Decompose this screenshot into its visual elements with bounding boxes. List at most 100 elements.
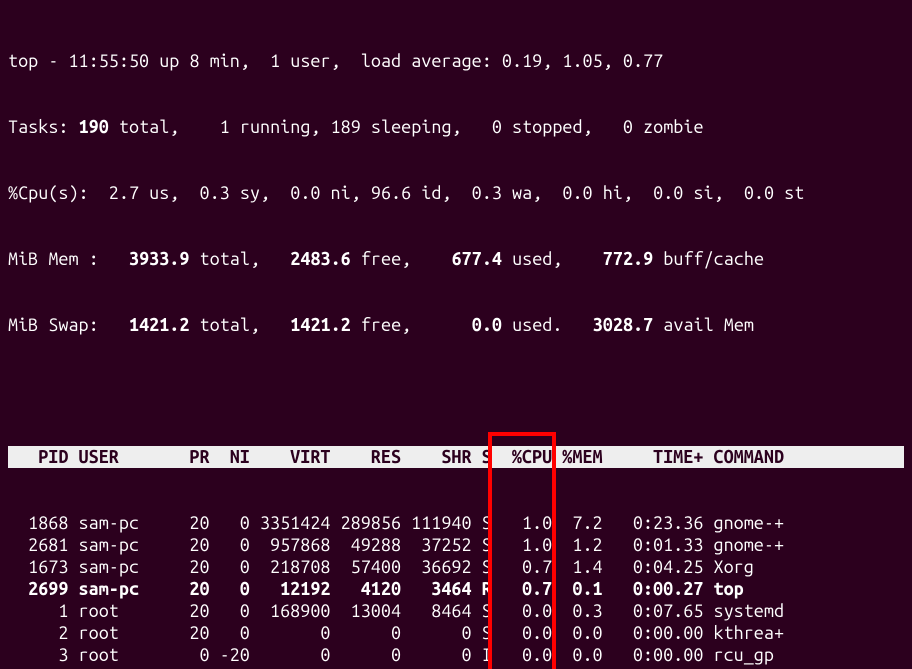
- cell-ni: -20: [210, 644, 250, 666]
- cell-cpu: 0.0: [492, 600, 552, 622]
- cell-user: sam-pc: [68, 578, 159, 600]
- cell-ni: 0: [210, 534, 250, 556]
- cell-mem: 0.3: [552, 600, 602, 622]
- summary-line-swap: MiB Swap: 1421.2 total, 1421.2 free, 0.0…: [8, 314, 904, 336]
- cell-virt: 168900: [250, 600, 331, 622]
- cell-mem: 0.0: [552, 644, 602, 666]
- cell-pr: 20: [159, 578, 209, 600]
- cell-mem: 1.2: [552, 534, 602, 556]
- cell-cmd: gnome-+: [703, 534, 804, 556]
- cell-pr: 20: [159, 534, 209, 556]
- col-user[interactable]: USER: [68, 446, 159, 468]
- cell-virt: 0: [250, 644, 331, 666]
- column-header-row[interactable]: PIDUSERPRNIVIRTRESSHRS%CPU%MEMTIME+COMMA…: [8, 446, 904, 468]
- cell-cmd: top: [703, 578, 804, 600]
- cell-pid: 1: [8, 600, 68, 622]
- cell-mem: 1.4: [552, 556, 602, 578]
- cell-res: 0: [331, 644, 402, 666]
- cell-virt: 12192: [250, 578, 331, 600]
- cell-pid: 1868: [8, 512, 68, 534]
- swap-label: MiB Swap:: [8, 315, 99, 335]
- col-mem[interactable]: %MEM: [552, 446, 602, 468]
- cell-cmd: rcu_gp: [703, 644, 804, 666]
- col-cpu[interactable]: %CPU: [492, 446, 552, 468]
- cell-cpu: 1.0: [492, 512, 552, 534]
- cell-user: root: [68, 600, 159, 622]
- cell-time: 0:01.33: [603, 534, 704, 556]
- col-res[interactable]: RES: [331, 446, 402, 468]
- col-shr[interactable]: SHR: [401, 446, 472, 468]
- col-pr[interactable]: PR: [159, 446, 209, 468]
- cell-mem: 7.2: [552, 512, 602, 534]
- cell-user: sam-pc: [68, 512, 159, 534]
- process-row: 1root200168900130048464S0.00.30:07.65sys…: [8, 600, 904, 622]
- cpu-label: %Cpu(s):: [8, 183, 89, 203]
- cell-shr: 111940: [401, 512, 472, 534]
- process-row: 3root0-20000I0.00.00:00.00rcu_gp: [8, 644, 904, 666]
- cell-s: S: [472, 622, 492, 644]
- col-s[interactable]: S: [472, 446, 492, 468]
- process-row: 2root200000S0.00.00:00.00kthrea+: [8, 622, 904, 644]
- cell-pid: 2699: [8, 578, 68, 600]
- col-time[interactable]: TIME+: [603, 446, 704, 468]
- cell-time: 0:04.25: [603, 556, 704, 578]
- cell-time: 0:00.27: [603, 578, 704, 600]
- cell-ni: 0: [210, 600, 250, 622]
- tasks-total: 190: [79, 117, 109, 137]
- summary-line-uptime: top - 11:55:50 up 8 min, 1 user, load av…: [8, 50, 904, 72]
- process-row: 2681sam-pc2009578684928837252S1.01.20:01…: [8, 534, 904, 556]
- cell-mem: 0.1: [552, 578, 602, 600]
- cell-pid: 3: [8, 644, 68, 666]
- summary-line-mem: MiB Mem : 3933.9 total, 2483.6 free, 677…: [8, 248, 904, 270]
- cell-s: S: [472, 556, 492, 578]
- cell-pid: 1673: [8, 556, 68, 578]
- cell-cpu: 0.7: [492, 556, 552, 578]
- cell-shr: 8464: [401, 600, 472, 622]
- cell-pr: 20: [159, 600, 209, 622]
- cell-pr: 20: [159, 512, 209, 534]
- blank-line: [8, 380, 904, 402]
- cell-virt: 218708: [250, 556, 331, 578]
- cell-cpu: 0.7: [492, 578, 552, 600]
- cell-cpu: 0.0: [492, 622, 552, 644]
- process-row: 1868sam-pc2003351424289856111940S1.07.20…: [8, 512, 904, 534]
- col-virt[interactable]: VIRT: [250, 446, 331, 468]
- cell-shr: 0: [401, 644, 472, 666]
- cell-shr: 0: [401, 622, 472, 644]
- cell-pid: 2: [8, 622, 68, 644]
- cell-s: S: [472, 600, 492, 622]
- col-ni[interactable]: NI: [210, 446, 250, 468]
- cell-time: 0:00.00: [603, 644, 704, 666]
- process-row: 1673sam-pc2002187085740036692S0.71.40:04…: [8, 556, 904, 578]
- cell-virt: 0: [250, 622, 331, 644]
- col-pid[interactable]: PID: [8, 446, 68, 468]
- terminal[interactable]: top - 11:55:50 up 8 min, 1 user, load av…: [0, 0, 912, 669]
- cell-shr: 37252: [401, 534, 472, 556]
- cell-pr: 0: [159, 644, 209, 666]
- cell-time: 0:07.65: [603, 600, 704, 622]
- process-list: 1868sam-pc2003351424289856111940S1.07.20…: [8, 512, 904, 669]
- cell-mem: 0.0: [552, 622, 602, 644]
- cell-cmd: Xorg: [703, 556, 804, 578]
- cell-user: sam-pc: [68, 556, 159, 578]
- cell-user: sam-pc: [68, 534, 159, 556]
- cell-ni: 0: [210, 512, 250, 534]
- cell-pid: 2681: [8, 534, 68, 556]
- cell-res: 289856: [331, 512, 402, 534]
- mem-label: MiB Mem :: [8, 249, 99, 269]
- cell-res: 13004: [331, 600, 402, 622]
- cell-time: 0:00.00: [603, 622, 704, 644]
- cell-res: 57400: [331, 556, 402, 578]
- process-row: 2699sam-pc2001219241203464R0.70.10:00.27…: [8, 578, 904, 600]
- cell-cpu: 1.0: [492, 534, 552, 556]
- cell-user: root: [68, 622, 159, 644]
- cell-s: S: [472, 534, 492, 556]
- summary-line-cpu: %Cpu(s): 2.7 us, 0.3 sy, 0.0 ni, 96.6 id…: [8, 182, 904, 204]
- cell-shr: 36692: [401, 556, 472, 578]
- summary-line-tasks: Tasks: 190 total, 1 running, 189 sleepin…: [8, 116, 904, 138]
- cell-cmd: systemd: [703, 600, 804, 622]
- cell-cmd: gnome-+: [703, 512, 804, 534]
- col-cmd[interactable]: COMMAND: [703, 446, 804, 468]
- cell-cpu: 0.0: [492, 644, 552, 666]
- cell-ni: 0: [210, 556, 250, 578]
